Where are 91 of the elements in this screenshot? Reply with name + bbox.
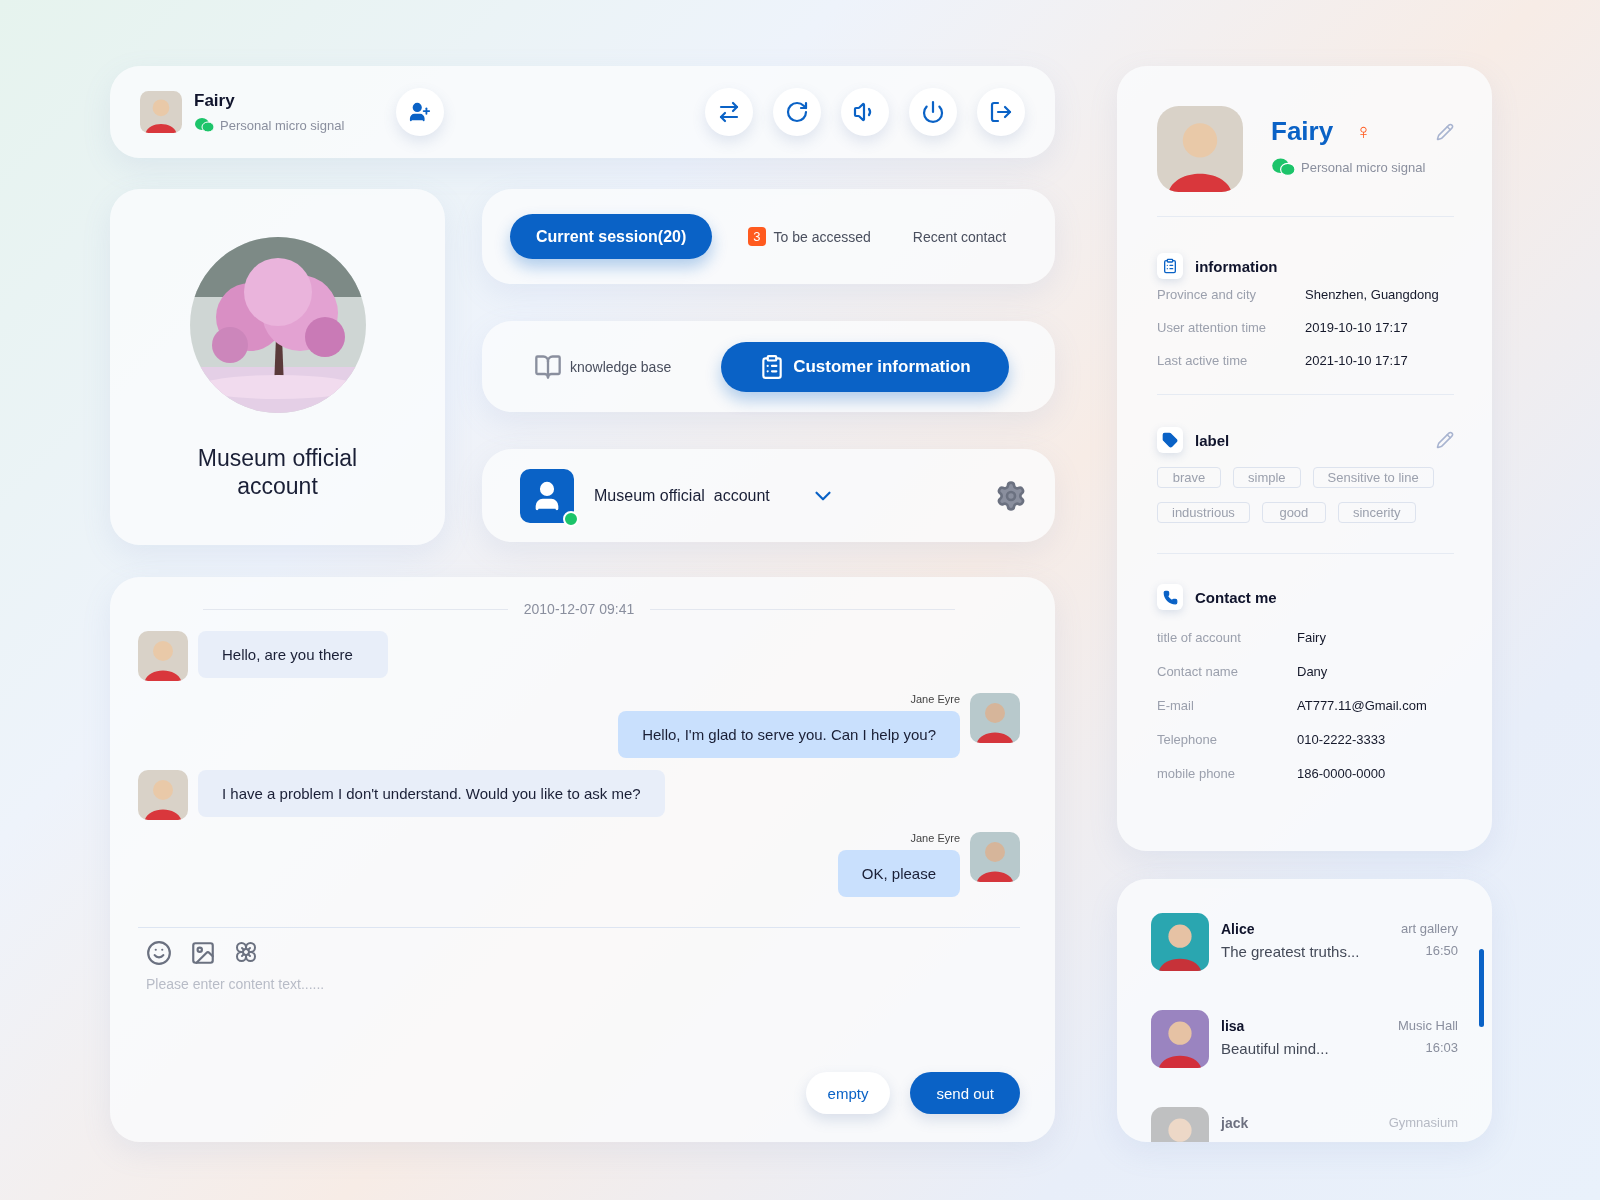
power-icon	[921, 100, 945, 124]
scrollbar[interactable]	[1479, 949, 1484, 1027]
field-value: 010-2222-3333	[1297, 732, 1387, 747]
flower-icon[interactable]	[234, 940, 258, 964]
field-label: title of account	[1157, 630, 1242, 645]
view-tab[interactable]: Customer information	[721, 341, 1009, 392]
field-label: User attention time	[1157, 320, 1268, 335]
user-subtitle: Personal micro signal	[220, 117, 345, 133]
timestamp: 2010-12-07 09:41	[523, 601, 635, 617]
field-label: E-mail	[1157, 698, 1195, 713]
section-title: Contact me	[1195, 588, 1277, 606]
gender-symbol: ♀	[1355, 118, 1372, 145]
field-label: mobile phone	[1157, 766, 1237, 781]
avatar	[1151, 913, 1209, 971]
tag: good	[1261, 502, 1326, 523]
account-name: Museum official account	[594, 486, 770, 505]
contact-place: art gallery	[1400, 921, 1458, 937]
settings-icon[interactable]	[995, 479, 1027, 512]
sender-name: Jane Eyre	[910, 693, 960, 705]
view-tab[interactable]: knowledge base	[504, 344, 702, 389]
account-title: Museum official account	[196, 445, 359, 501]
field-value: Fairy	[1297, 630, 1327, 645]
logout-icon	[989, 100, 1013, 124]
refresh-button[interactable]	[773, 88, 821, 136]
contact-item[interactable]: lisa Music Hall Beautiful mind... 16:03	[1151, 1010, 1458, 1107]
contact-name: jack	[1221, 1115, 1249, 1131]
tag: industrious	[1157, 502, 1250, 523]
add-user-icon	[409, 101, 432, 123]
avatar	[970, 832, 1020, 882]
add-user-button[interactable]	[396, 88, 445, 136]
contact-place: Gymnasium	[1388, 1115, 1458, 1131]
message-bubble: I have a problem I don't understand. Would you like to ask me?	[198, 770, 665, 817]
speaker-button[interactable]	[841, 88, 889, 136]
tag: brave	[1157, 467, 1221, 488]
emoji-icon[interactable]	[146, 940, 172, 966]
field-value: 2021-10-10 17:17	[1305, 353, 1409, 368]
contact-name: lisa	[1221, 1018, 1245, 1034]
session-tab[interactable]: 3 To be accessed	[742, 214, 877, 259]
field-value: Shenzhen, Guangdong	[1305, 287, 1440, 302]
image-icon[interactable]	[190, 940, 216, 966]
swap-icon	[717, 100, 741, 124]
contact-name: Alice	[1221, 921, 1255, 937]
tag: sincerity	[1337, 502, 1416, 523]
swap-button[interactable]	[705, 88, 753, 136]
session-tab[interactable]: Current session(20)	[510, 214, 713, 259]
tag-icon	[1157, 427, 1183, 453]
power-button[interactable]	[909, 88, 957, 136]
avatar	[1151, 1010, 1209, 1068]
wechat-icon	[194, 117, 214, 133]
field-label: Last active time	[1157, 353, 1249, 368]
contact-item[interactable]: jack Gymnasium	[1151, 1107, 1458, 1142]
message-preview: The greatest truths...	[1221, 943, 1360, 960]
avatar	[138, 770, 188, 820]
section-title: label	[1195, 431, 1230, 449]
field-value: 186-0000-0000	[1297, 766, 1387, 781]
field-label: Contact name	[1157, 664, 1239, 679]
clear-button[interactable]: empty	[805, 1072, 891, 1114]
contact-place: Music Hall	[1398, 1018, 1458, 1034]
field-label: Province and city	[1157, 287, 1257, 302]
form-icon	[1157, 253, 1183, 279]
message-input[interactable]: Please enter content text......	[138, 976, 1020, 1036]
count-badge: 3	[748, 227, 766, 246]
section-title: information	[1195, 257, 1278, 275]
message-bubble: Hello, are you there	[198, 631, 388, 678]
message-time: 16:03	[1425, 1040, 1458, 1057]
message-preview: Beautiful mind...	[1221, 1040, 1329, 1057]
customer-subtitle: Personal micro signal	[1301, 159, 1426, 175]
refresh-icon	[785, 100, 809, 124]
user-name: Fairy	[194, 91, 236, 111]
send-button[interactable]: send out	[910, 1072, 1020, 1114]
avatar	[138, 631, 188, 681]
logout-button[interactable]	[977, 88, 1025, 136]
contact-item[interactable]: Alice art gallery The greatest truths... 16:50	[1151, 913, 1458, 1010]
field-label: Telephone	[1157, 732, 1218, 747]
field-value: AT777.11@Gmail.com	[1297, 698, 1428, 713]
field-value: 2019-10-10 17:17	[1305, 320, 1409, 335]
session-tab[interactable]: Recent contact	[906, 214, 1013, 259]
message-time: 16:50	[1425, 943, 1458, 960]
field-value: Dany	[1297, 664, 1329, 679]
book-icon	[534, 352, 562, 381]
wechat-icon	[1271, 157, 1295, 177]
phone-icon	[1157, 584, 1183, 610]
avatar	[970, 693, 1020, 743]
tag: Sensitive to line	[1312, 467, 1434, 488]
account-selector[interactable]: Museum official account	[482, 449, 1055, 542]
tag: simple	[1233, 467, 1301, 488]
avatar	[140, 91, 182, 133]
message-bubble: Hello, I'm glad to serve you. Can I help you?	[618, 711, 960, 758]
customer-name: Fairy	[1271, 116, 1334, 147]
message-bubble: OK, please	[837, 850, 960, 897]
sender-name: Jane Eyre	[910, 832, 960, 844]
